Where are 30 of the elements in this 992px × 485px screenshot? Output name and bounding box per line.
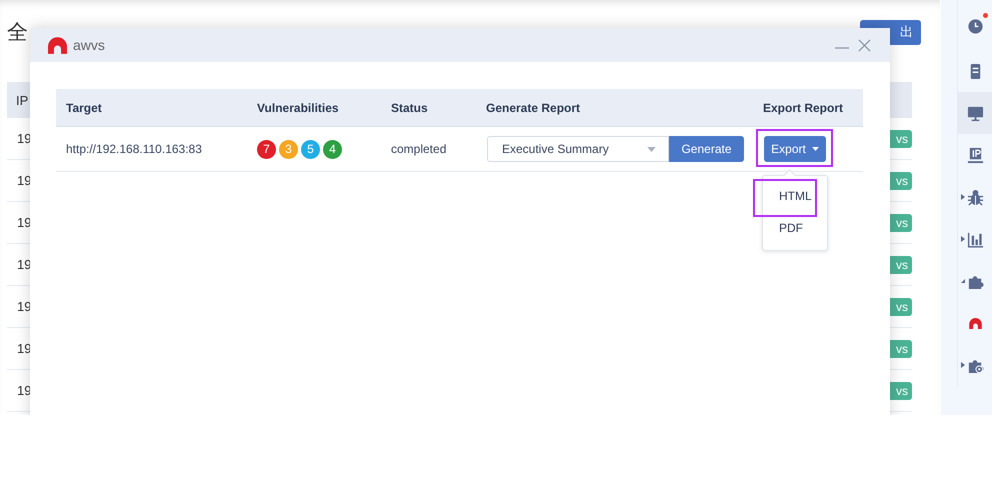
column-header: Export Report bbox=[762, 100, 844, 114]
column-header: Generate Report bbox=[485, 100, 582, 114]
column-header: Vulnerabilities bbox=[256, 100, 340, 114]
count-badge: 3 bbox=[279, 140, 298, 158]
menu-item[interactable]: HTML bbox=[763, 189, 812, 203]
caret-icon bbox=[812, 147, 819, 151]
count-badge: 4 bbox=[323, 140, 342, 158]
export-button[interactable]: Export bbox=[764, 136, 826, 162]
caret-icon bbox=[647, 146, 656, 152]
clock-icon bbox=[966, 16, 984, 34]
table-cell-text: http://192.168.110.163:83 bbox=[65, 142, 203, 156]
column-header: IP bbox=[16, 92, 28, 108]
logo-icon bbox=[968, 318, 982, 328]
bar-chart-icon bbox=[966, 230, 984, 248]
sidebar-item[interactable] bbox=[957, 92, 992, 134]
monitor-icon bbox=[966, 104, 984, 122]
ip-icon bbox=[966, 146, 984, 164]
menu-item[interactable]: PDF bbox=[763, 221, 803, 235]
logo-icon bbox=[48, 36, 67, 54]
generate-button[interactable]: Generate bbox=[669, 136, 744, 162]
bug-icon bbox=[966, 188, 984, 206]
count-badge: 7 bbox=[257, 140, 276, 158]
close-icon[interactable] bbox=[858, 38, 871, 52]
count-badge: 5 bbox=[301, 140, 320, 158]
column-header: Status bbox=[390, 100, 429, 114]
report-type-dropdown[interactable]: Executive Summary bbox=[487, 136, 669, 162]
column-header: Target bbox=[65, 100, 103, 114]
dialog-title: awvs bbox=[73, 37, 105, 53]
table-cell-text: completed bbox=[390, 142, 448, 156]
page-title: 全 bbox=[7, 20, 28, 46]
